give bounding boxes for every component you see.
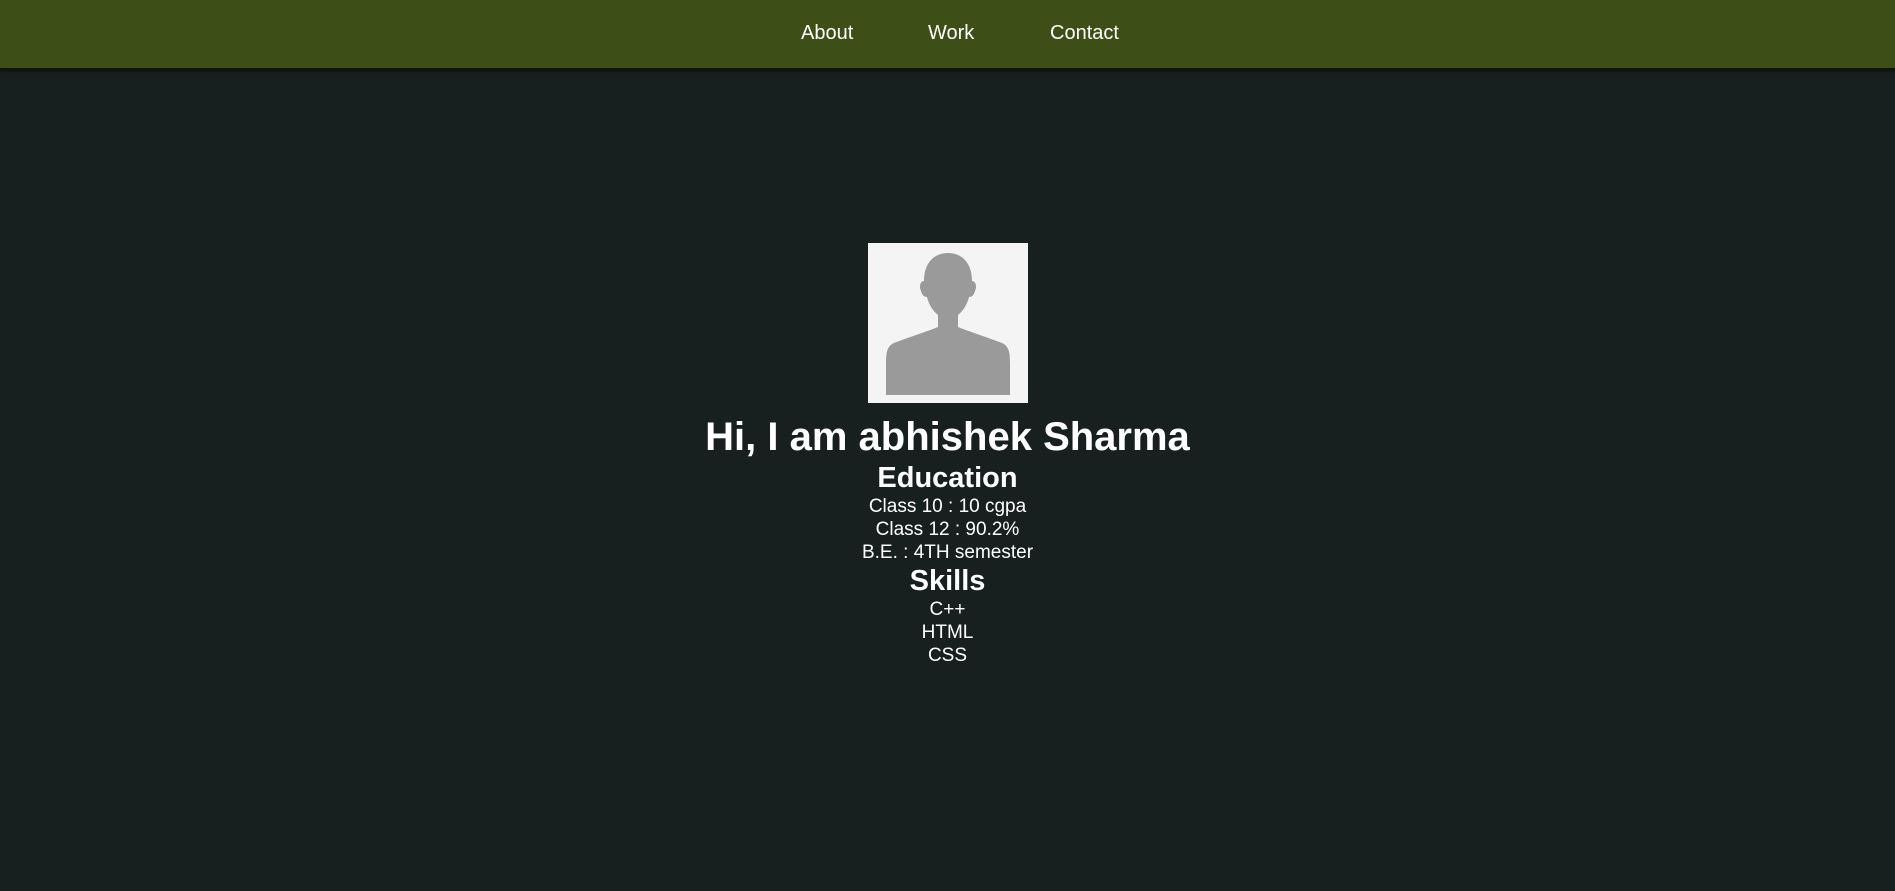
skill-item: CSS: [927, 645, 968, 666]
nav-link-work[interactable]: Work: [928, 21, 974, 45]
education-item: Class 10 : 10 cgpa: [868, 496, 1027, 517]
person-silhouette-icon: [885, 253, 1010, 395]
greeting-heading: Hi, I am abhishek Sharma: [705, 415, 1190, 459]
skill-item: HTML: [921, 622, 974, 643]
skills-heading: Skills: [909, 565, 986, 597]
avatar: [867, 243, 1028, 403]
education-heading: Education: [877, 462, 1018, 494]
education-item: B.E. : 4TH semester: [861, 542, 1034, 563]
nav-link-about[interactable]: About: [801, 21, 853, 45]
skill-item: C++: [929, 599, 966, 620]
profile-section: Hi, I am abhishek Sharma Education Class…: [0, 243, 1895, 667]
top-navbar: About Work Contact: [0, 0, 1895, 70]
education-item: Class 12 : 90.2%: [875, 519, 1020, 540]
nav-link-contact[interactable]: Contact: [1050, 21, 1119, 45]
